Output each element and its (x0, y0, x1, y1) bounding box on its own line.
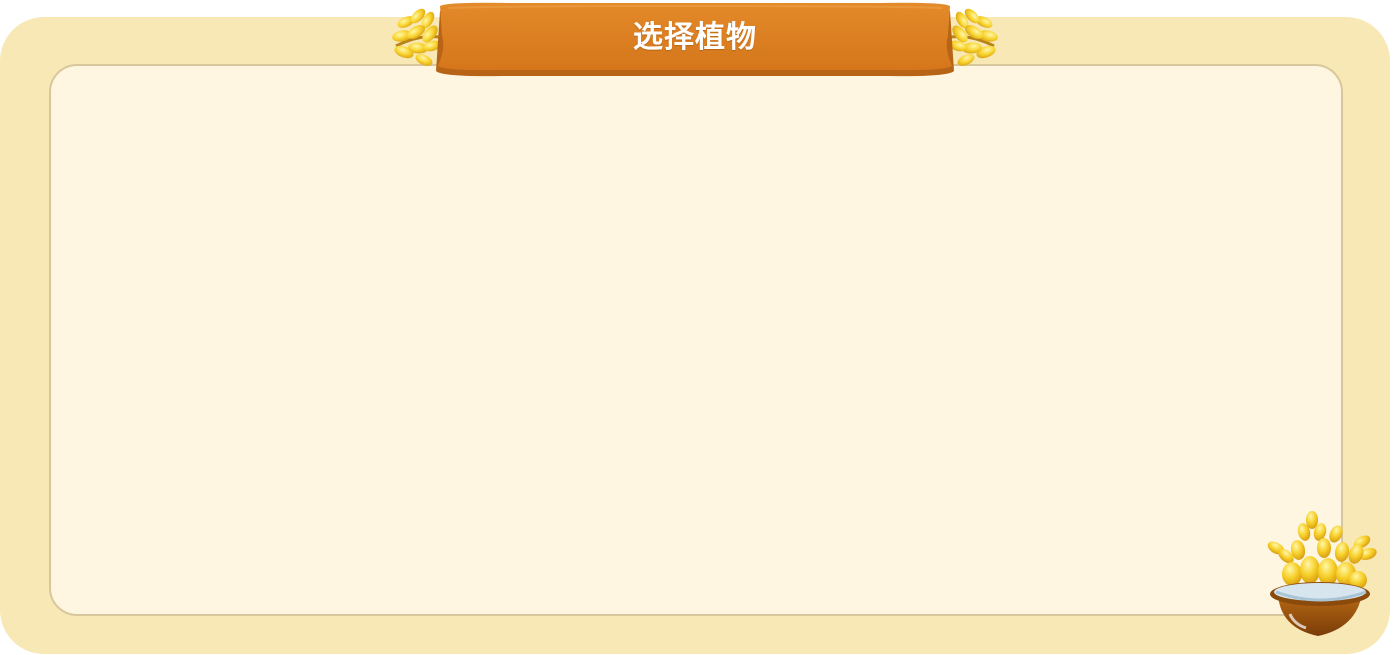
plant-list-area[interactable] (49, 64, 1343, 616)
left-wheat-icon (392, 8, 445, 66)
dialog-title: 选择植物 (633, 20, 757, 55)
title-banner: 选择植物 (388, 0, 1002, 80)
plant-select-dialog: 选择植物 (0, 0, 1394, 655)
wheat-pot-icon (1262, 508, 1380, 642)
right-wheat-icon (945, 8, 998, 66)
